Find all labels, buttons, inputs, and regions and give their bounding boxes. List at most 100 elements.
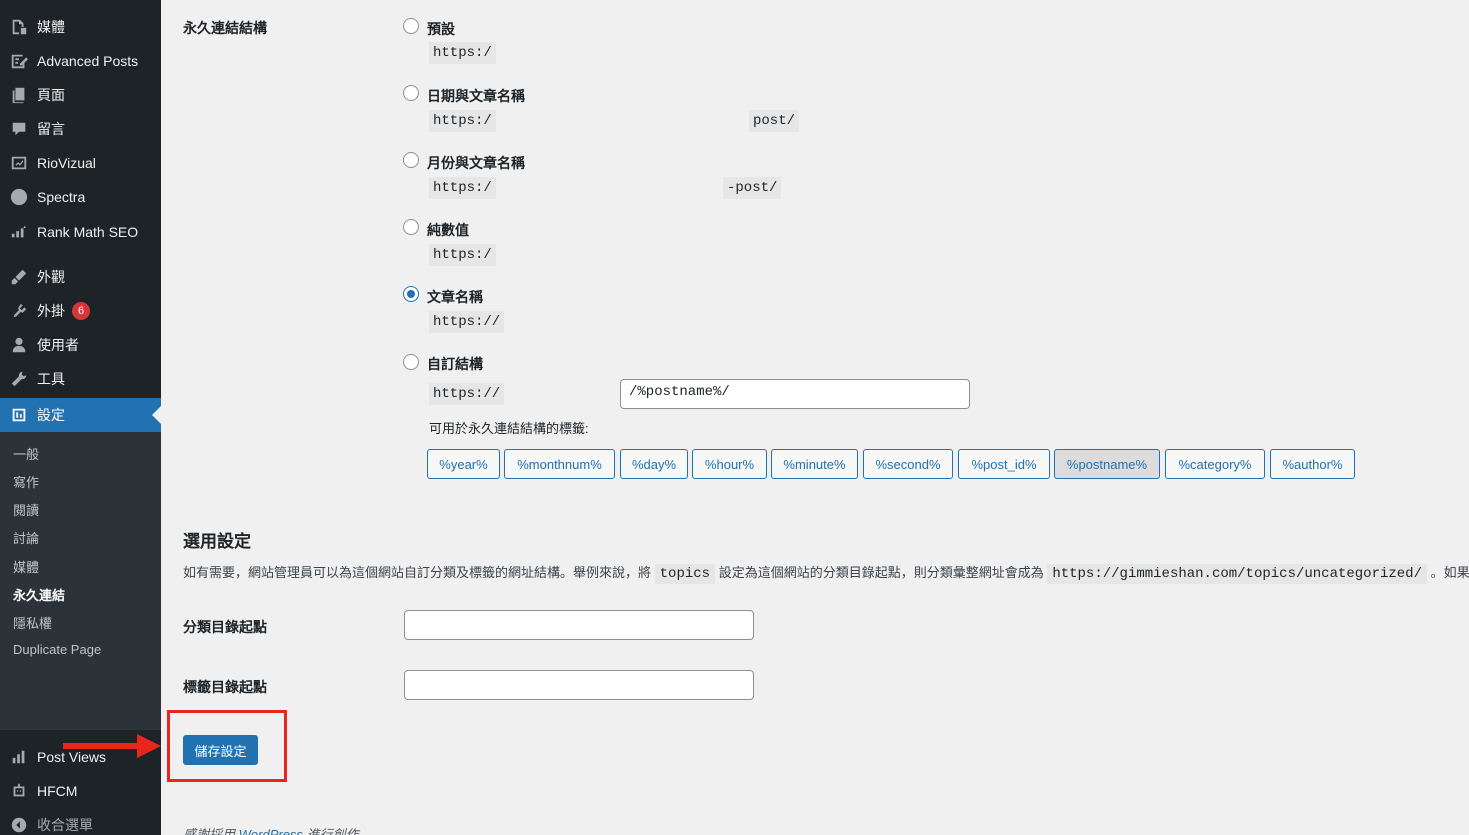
save-settings-button[interactable]: 儲存設定 (183, 735, 258, 765)
plugin-icon (0, 302, 37, 320)
robot-icon (0, 782, 37, 800)
chart-icon (0, 154, 37, 172)
example-url-post-name: https:// (429, 311, 505, 333)
footer-prefix: 感謝採用 (183, 827, 236, 835)
tag-base-input[interactable] (404, 670, 754, 700)
desc-text-1: 如有需要，網站管理員可以為這個網站自訂分類及標籤的網址結構。舉例來說，將 (183, 565, 652, 580)
tag-base-label: 標籤目錄起點 (183, 679, 267, 695)
option-label-day-and-name: 日期與文章名稱 (427, 88, 525, 104)
desc-code-url: https://gimmieshan.com/topics/uncategori… (1047, 564, 1427, 584)
example-url-plain: https:/ (429, 42, 496, 64)
radio-numeric[interactable] (403, 219, 419, 235)
footer-suffix: 進行創作。 (306, 827, 372, 835)
menu-spectra[interactable]: Spectra (0, 180, 161, 214)
tag-category-button[interactable]: %category% (1165, 449, 1265, 479)
menu-label: 設定 (37, 407, 65, 423)
custom-structure-input[interactable]: /%postname%/ (620, 379, 970, 409)
footer-credit: 感謝採用 WordPress 進行創作。 (183, 824, 372, 835)
tag-monthnum-button[interactable]: %monthnum% (504, 449, 615, 479)
menu-label: Spectra (37, 189, 86, 205)
example-url-numeric: https:/ (429, 244, 496, 266)
menu-appearance[interactable]: 外觀 (0, 260, 161, 294)
menu-media[interactable]: 媒體 (0, 10, 161, 44)
radio-custom-structure[interactable] (403, 354, 419, 370)
menu-riovizual[interactable]: RioVizual (0, 146, 161, 180)
menu-tools[interactable]: 工具 (0, 362, 161, 396)
radio-plain[interactable] (403, 18, 419, 34)
tag-author-button[interactable]: %author% (1270, 449, 1355, 479)
desc-text-2: 設定為這個網站的分類目錄起點，則分類彙整網址會成為 (718, 565, 1044, 580)
wordpress-link[interactable]: WordPress (239, 827, 303, 835)
spectra-icon (0, 188, 37, 206)
radio-day-and-name[interactable] (403, 85, 419, 101)
menu-label: 留言 (37, 121, 65, 137)
optional-description: 如有需要，網站管理員可以為這個網站自訂分類及標籤的網址結構。舉例來說，將 top… (183, 562, 1469, 584)
menu-plugins[interactable]: 外掛 6 (0, 294, 161, 328)
main-content: 永久連結結構 預設 https:/ 日期與文章名稱 https:/ post/ … (161, 0, 1469, 835)
tag-year-button[interactable]: %year% (427, 449, 500, 479)
available-tags-label: 可用於永久連結結構的標籤: (429, 421, 589, 436)
optional-section-title: 選用設定 (183, 532, 251, 551)
tag-post-id-button[interactable]: %post_id% (958, 449, 1050, 479)
submenu-privacy[interactable]: 隱私權 (13, 613, 52, 632)
example-url-month-and-name: https:/ (429, 177, 496, 199)
advanced-posts-icon (0, 52, 37, 70)
collapse-icon (0, 816, 37, 834)
radio-post-name[interactable] (403, 286, 419, 302)
submenu-discussion[interactable]: 討論 (13, 528, 39, 547)
update-count-badge: 6 (72, 302, 90, 320)
option-label-custom: 自訂結構 (427, 356, 483, 372)
example-url-day-and-name: https:/ (429, 110, 496, 132)
submenu-reading[interactable]: 閱讀 (13, 500, 39, 519)
submenu-writing[interactable]: 寫作 (13, 472, 39, 491)
menu-label: 使用者 (37, 337, 79, 353)
tag-day-button[interactable]: %day% (620, 449, 688, 479)
desc-text-3: 。如果在 [分 (1430, 565, 1469, 580)
menu-users[interactable]: 使用者 (0, 328, 161, 362)
menu-label: Advanced Posts (37, 53, 139, 69)
menu-settings[interactable]: 設定 (0, 398, 161, 432)
settings-icon (0, 406, 37, 424)
menu-rank-math[interactable]: Rank Math SEO (0, 215, 161, 249)
wrench-icon (0, 370, 37, 388)
menu-label: 工具 (37, 371, 65, 387)
media-icon (0, 18, 37, 36)
submenu-media[interactable]: 媒體 (13, 557, 39, 576)
menu-label: 頁面 (37, 87, 65, 103)
brush-icon (0, 268, 37, 286)
tag-second-button[interactable]: %second% (863, 449, 953, 479)
example-url-custom: https:// (429, 383, 505, 405)
user-icon (0, 336, 37, 354)
category-base-label: 分類目錄起點 (183, 619, 267, 635)
option-label-post-name: 文章名稱 (427, 289, 483, 305)
permalink-structure-label: 永久連結結構 (183, 20, 267, 36)
menu-label: 媒體 (37, 19, 65, 35)
menu-pages[interactable]: 頁面 (0, 78, 161, 112)
menu-label: RioVizual (37, 155, 96, 171)
radio-month-and-name[interactable] (403, 152, 419, 168)
category-base-input[interactable] (404, 610, 754, 640)
tag-minute-button[interactable]: %minute% (771, 449, 858, 479)
option-label-plain: 預設 (427, 21, 455, 37)
tag-hour-button[interactable]: %hour% (692, 449, 767, 479)
example-url-day-and-name-end: post/ (749, 110, 800, 132)
option-label-numeric: 純數值 (427, 222, 469, 238)
menu-label: 收合選單 (37, 817, 93, 833)
tag-postname-button[interactable]: %postname% (1054, 449, 1160, 479)
desc-code-topics: topics (654, 564, 716, 584)
comment-icon (0, 120, 37, 138)
menu-hfcm[interactable]: HFCM (0, 774, 161, 808)
menu-collapse[interactable]: 收合選單 (0, 808, 161, 835)
menu-advanced-posts[interactable]: Advanced Posts (0, 44, 161, 78)
bar-chart-icon (0, 748, 37, 766)
submenu-permalinks[interactable]: 永久連結 (13, 585, 65, 604)
menu-label: HFCM (37, 783, 78, 799)
submenu-duplicate-page[interactable]: Duplicate Page (13, 642, 101, 657)
menu-comments[interactable]: 留言 (0, 112, 161, 146)
menu-label: 外觀 (37, 269, 65, 285)
option-label-month-and-name: 月份與文章名稱 (427, 155, 525, 171)
settings-submenu: 一般 寫作 閱讀 討論 媒體 永久連結 隱私權 Duplicate Page (0, 432, 161, 730)
admin-sidebar: 媒體 Advanced Posts 頁面 留言 RioVizual Spectr… (0, 0, 161, 835)
rank-math-icon (0, 223, 37, 241)
submenu-general[interactable]: 一般 (13, 444, 39, 463)
